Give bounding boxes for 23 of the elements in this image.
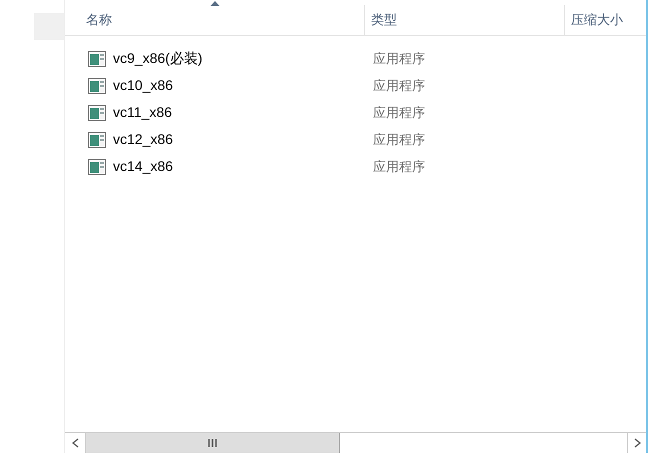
file-name[interactable]: vc12_x86 xyxy=(65,129,365,150)
application-icon xyxy=(88,158,106,174)
file-type: 应用程序 xyxy=(372,50,426,68)
application-icon xyxy=(88,50,106,66)
application-icon xyxy=(88,104,106,120)
chevron-left-icon xyxy=(72,438,78,448)
grip-icon xyxy=(208,439,217,447)
application-icon xyxy=(88,132,106,148)
file-type: 应用程序 xyxy=(372,130,426,149)
file-name[interactable]: vc11_x86 xyxy=(65,102,365,123)
column-header[interactable]: 名称 xyxy=(65,5,365,35)
file-type: 应用程序 xyxy=(372,76,426,95)
column-header[interactable]: 类型 xyxy=(365,5,565,35)
file-type: 应用程序 xyxy=(372,158,426,176)
chevron-right-icon xyxy=(634,438,640,448)
application-icon xyxy=(88,78,106,94)
file-type: 应用程序 xyxy=(372,104,426,122)
scrollbar-thumb[interactable] xyxy=(86,433,340,453)
file-name[interactable]: vc9_x86(必装) xyxy=(65,48,365,69)
file-name[interactable]: vc10_x86 xyxy=(65,75,365,96)
column-header[interactable]: 压缩大小 xyxy=(565,5,647,35)
file-name[interactable]: vc14_x86 xyxy=(65,156,365,177)
sort-arrow-icon xyxy=(210,1,219,6)
